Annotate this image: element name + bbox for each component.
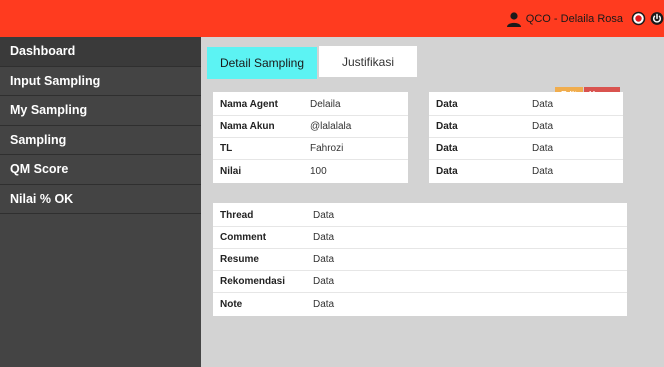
detail-value: Data	[313, 232, 335, 243]
detail-value: Data	[532, 143, 554, 154]
detail-value: 100	[310, 165, 327, 177]
detail-label: Rekomendasi	[220, 276, 286, 287]
detail-label: Data	[436, 165, 458, 177]
sidebar-item-my-sampling[interactable]: My Sampling	[0, 96, 201, 126]
detail-value: Data	[532, 165, 554, 177]
detail-label: Data	[436, 99, 458, 110]
user-area: QCO - Delaila Rosa	[506, 0, 664, 37]
detail-value: Data	[532, 99, 554, 110]
detail-row: Note Data	[213, 293, 627, 315]
detail-value: Data	[313, 210, 335, 221]
detail-value: Fahrozi	[310, 143, 344, 154]
detail-value: Data	[532, 121, 554, 132]
detail-label: Resume	[220, 254, 259, 265]
detail-label: Nilai	[220, 165, 242, 177]
top-bar: QCO - Delaila Rosa	[0, 0, 664, 37]
record-icon[interactable]	[631, 11, 646, 26]
sidebar-item-input-sampling[interactable]: Input Sampling	[0, 67, 201, 96]
detail-label: Data	[436, 143, 458, 154]
detail-value: Data	[313, 254, 335, 265]
detail-row: Nama Akun @lalalala	[213, 116, 408, 138]
data-detail-panel: Data Data Data Data Data Data Data Data	[429, 92, 623, 183]
detail-row: Data Data	[429, 116, 623, 138]
detail-row: Resume Data	[213, 249, 627, 271]
detail-label: TL	[220, 143, 233, 154]
power-icon[interactable]	[650, 11, 664, 26]
tab-justifikasi[interactable]: Justifikasi	[319, 46, 417, 77]
user-name[interactable]: QCO - Delaila Rosa	[526, 13, 623, 25]
detail-row: Comment Data	[213, 227, 627, 249]
detail-row: TL Fahrozi	[213, 138, 408, 160]
detail-row: Rekomendasi Data	[213, 271, 627, 293]
detail-row: Data Data	[429, 160, 623, 182]
detail-value: @lalalala	[310, 121, 352, 132]
detail-row: Data Data	[429, 94, 623, 116]
detail-label: Nama Akun	[220, 121, 275, 132]
sidebar-item-nilai-ok[interactable]: Nilai % OK	[0, 185, 201, 214]
sidebar-item-sampling[interactable]: Sampling	[0, 126, 201, 155]
detail-row: Data Data	[429, 138, 623, 160]
detail-label: Thread	[220, 210, 254, 221]
sidebar-item-qm-score[interactable]: QM Score	[0, 155, 201, 185]
sidebar: Dashboard Input Sampling My Sampling Sam…	[0, 37, 201, 367]
detail-label: Note	[220, 298, 243, 310]
tab-detail-sampling[interactable]: Detail Sampling	[207, 47, 317, 79]
detail-row: Thread Data	[213, 205, 627, 227]
detail-label: Data	[436, 121, 458, 132]
detail-row: Nama Agent Delaila	[213, 94, 408, 116]
agent-detail-panel: Nama Agent Delaila Nama Akun @lalalala TL F…	[213, 92, 408, 183]
detail-row: Nilai 100	[213, 160, 408, 182]
sampling-notes-panel: Thread Data Comment Data Resume Data Rekome…	[213, 203, 627, 316]
detail-value: Data	[313, 298, 335, 310]
sidebar-item-dashboard[interactable]: Dashboard	[0, 37, 201, 67]
detail-value: Data	[313, 276, 335, 287]
detail-value: Delaila	[310, 99, 341, 110]
main-content: Detail Sampling Justifikasi Edit Hapus N…	[201, 37, 664, 367]
user-icon	[506, 11, 522, 27]
detail-label: Nama Agent	[220, 99, 278, 110]
detail-label: Comment	[220, 232, 267, 243]
